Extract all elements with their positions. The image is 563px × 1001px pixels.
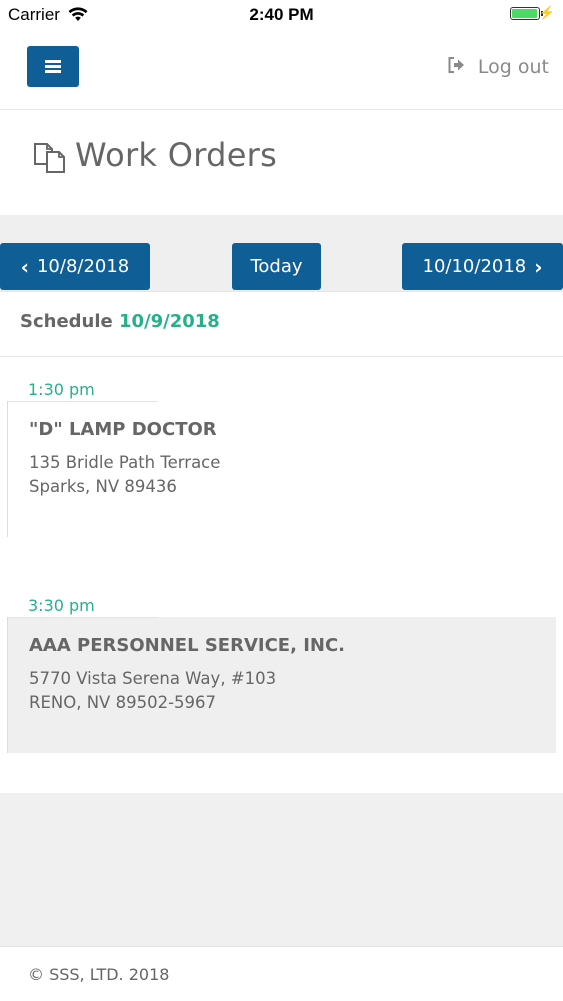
copyright-text: © SSS, LTD. 2018 <box>28 965 170 984</box>
schedule-heading: Schedule 10/9/2018 <box>0 291 563 357</box>
address-line1: 135 Bridle Path Terrace <box>29 453 221 472</box>
logout-link[interactable]: Log out <box>448 56 549 78</box>
today-button[interactable]: Today <box>232 243 321 290</box>
schedule-label-group: Schedule 10/9/2018 <box>20 311 220 332</box>
status-bar: Carrier 2:40 PM ⚡ <box>0 0 563 30</box>
date-navigation: ‹ 10/8/2018 Today 10/10/2018 › <box>0 215 563 291</box>
menu-button[interactable] <box>27 46 79 87</box>
chevron-right-icon: › <box>534 254 543 279</box>
chevron-left-icon: ‹ <box>20 254 29 279</box>
schedule-date: 10/9/2018 <box>119 311 220 332</box>
customer-name: "D" LAMP DOCTOR <box>29 419 217 440</box>
previous-day-label: 10/8/2018 <box>36 256 130 277</box>
sign-out-icon <box>448 56 466 78</box>
previous-day-button[interactable]: ‹ 10/8/2018 <box>0 243 150 290</box>
top-navbar: Log out <box>0 30 563 110</box>
work-order-card[interactable]: AAA PERSONNEL SERVICE, INC. 5770 Vista S… <box>7 617 556 753</box>
page-header: Work Orders <box>0 110 563 215</box>
content-spacer <box>0 793 563 946</box>
address-line2: Sparks, NV 89436 <box>29 477 177 496</box>
work-order-card[interactable]: "D" LAMP DOCTOR 135 Bridle Path Terrace … <box>7 401 556 537</box>
charging-bolt-icon: ⚡ <box>538 5 555 20</box>
appointment-time: 3:30 pm <box>28 596 95 615</box>
battery-icon <box>510 7 543 20</box>
footer: © SSS, LTD. 2018 <box>0 946 563 1001</box>
next-day-label: 10/10/2018 <box>422 256 527 277</box>
page-title: Work Orders <box>75 136 278 174</box>
schedule-label: Schedule <box>20 311 113 332</box>
address-line2: RENO, NV 89502-5967 <box>29 693 217 712</box>
customer-name: AAA PERSONNEL SERVICE, INC. <box>29 635 346 656</box>
clock: 2:40 PM <box>249 5 314 24</box>
address-line1: 5770 Vista Serena Way, #103 <box>29 669 277 688</box>
appointment-time: 1:30 pm <box>28 380 95 399</box>
today-label: Today <box>250 256 303 277</box>
next-day-button[interactable]: 10/10/2018 › <box>402 243 563 290</box>
documents-icon <box>33 140 69 178</box>
logout-label: Log out <box>477 56 549 78</box>
